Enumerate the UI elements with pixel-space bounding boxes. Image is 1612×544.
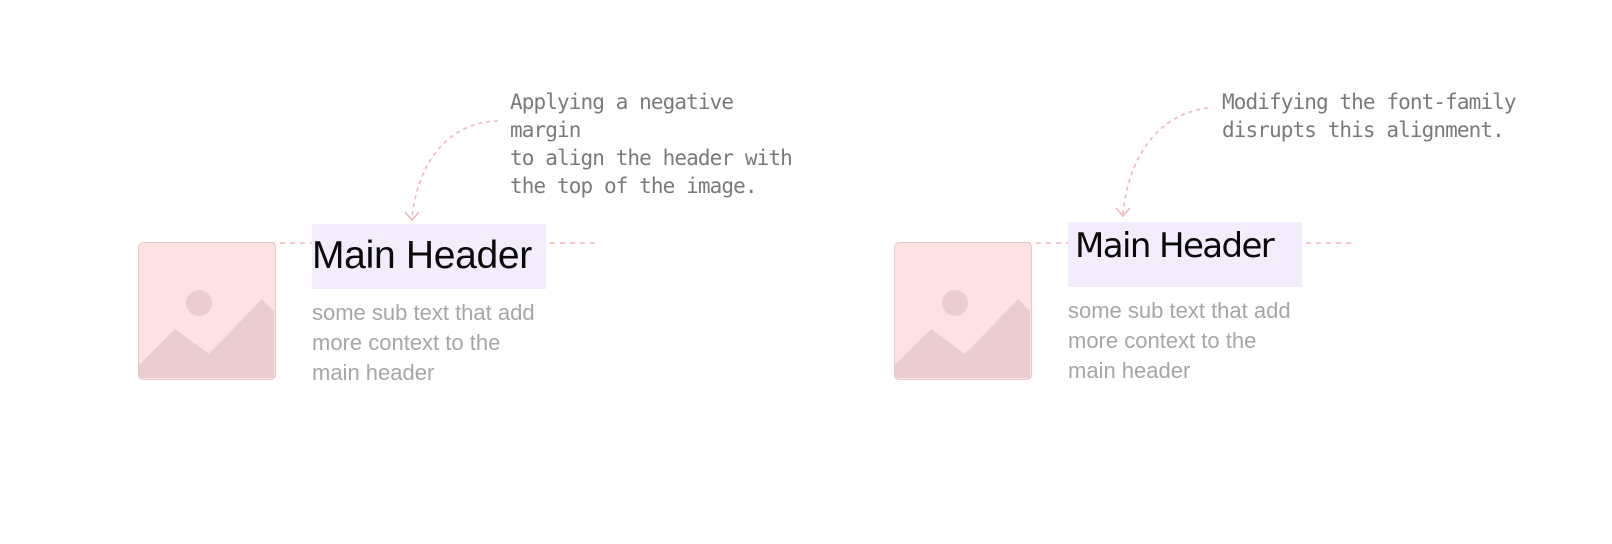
sub-text: some sub text that add more context to t… [1068,298,1291,383]
main-header: Main Header [312,234,532,277]
curved-arrow-icon [411,120,499,219]
example-negative-margin: Main Header some sub text that add more … [0,0,806,544]
image-placeholder-icon [138,242,276,380]
main-header: Main Header [1075,226,1275,266]
annotation-text: Modifying the font-family disrupts this … [1222,90,1516,142]
curved-arrow-icon [1122,107,1209,215]
image-placeholder-icon [894,242,1032,380]
example-font-family-change: Main Header some sub text that add more … [756,0,1562,544]
sub-text: some sub text that add more context to t… [312,300,535,385]
